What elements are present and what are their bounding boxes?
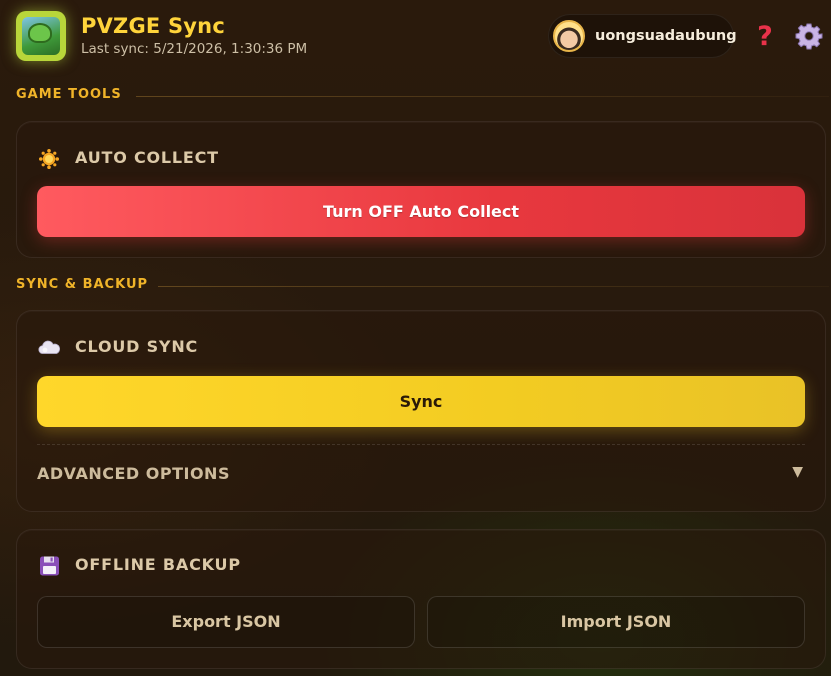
sync-button[interactable]: Sync — [37, 376, 805, 427]
offline-backup-card: OFFLINE BACKUP Export JSON Import JSON — [16, 529, 826, 669]
settings-button[interactable] — [795, 22, 823, 50]
export-json-button[interactable]: Export JSON — [37, 596, 415, 648]
avatar — [553, 20, 585, 52]
last-sync-timestamp: Last sync: 5/21/2026, 1:30:36 PM — [81, 41, 308, 57]
auto-collect-card: AUTO COLLECT Turn OFF Auto Collect — [16, 121, 826, 258]
cloud-icon — [38, 340, 60, 354]
user-account-button[interactable]: uongsuadaubung — [548, 14, 737, 58]
section-label: GAME TOOLS — [16, 87, 122, 102]
section-label: SYNC & BACKUP — [16, 277, 149, 292]
plants-vs-zombies-logo-icon — [16, 11, 66, 61]
card-title-text: CLOUD SYNC — [75, 337, 199, 356]
toggle-auto-collect-button[interactable]: Turn OFF Auto Collect — [37, 186, 805, 237]
import-json-button[interactable]: Import JSON — [427, 596, 805, 648]
logo-plant-shape — [28, 23, 52, 43]
question-mark-icon: ? — [757, 21, 773, 52]
card-title-text: AUTO COLLECT — [75, 148, 219, 167]
app-title: PVZGE Sync — [81, 14, 225, 38]
username: uongsuadaubung — [595, 28, 737, 44]
card-title-auto-collect: AUTO COLLECT — [37, 148, 437, 169]
section-divider — [158, 286, 829, 287]
section-divider — [136, 96, 829, 97]
card-title-text: OFFLINE BACKUP — [75, 555, 241, 574]
advanced-options-label: ADVANCED OPTIONS — [37, 464, 230, 483]
advanced-options-toggle[interactable]: ADVANCED OPTIONS ▼ — [37, 444, 805, 503]
cloud-sync-card: CLOUD SYNC Sync ADVANCED OPTIONS ▼ — [16, 310, 826, 512]
section-header-sync-backup: SYNC & BACKUP — [16, 277, 829, 297]
floppy-disk-icon — [40, 556, 59, 576]
chevron-down-icon: ▼ — [792, 464, 803, 480]
sun-icon — [39, 149, 59, 169]
section-header-game-tools: GAME TOOLS — [16, 87, 829, 107]
help-button[interactable]: ? — [752, 22, 778, 52]
card-title-cloud-sync: CLOUD SYNC — [37, 337, 437, 357]
app-header: PVZGE Sync Last sync: 5/21/2026, 1:30:36… — [0, 0, 831, 80]
gear-icon — [795, 23, 823, 50]
card-title-offline-backup: OFFLINE BACKUP — [37, 555, 437, 576]
